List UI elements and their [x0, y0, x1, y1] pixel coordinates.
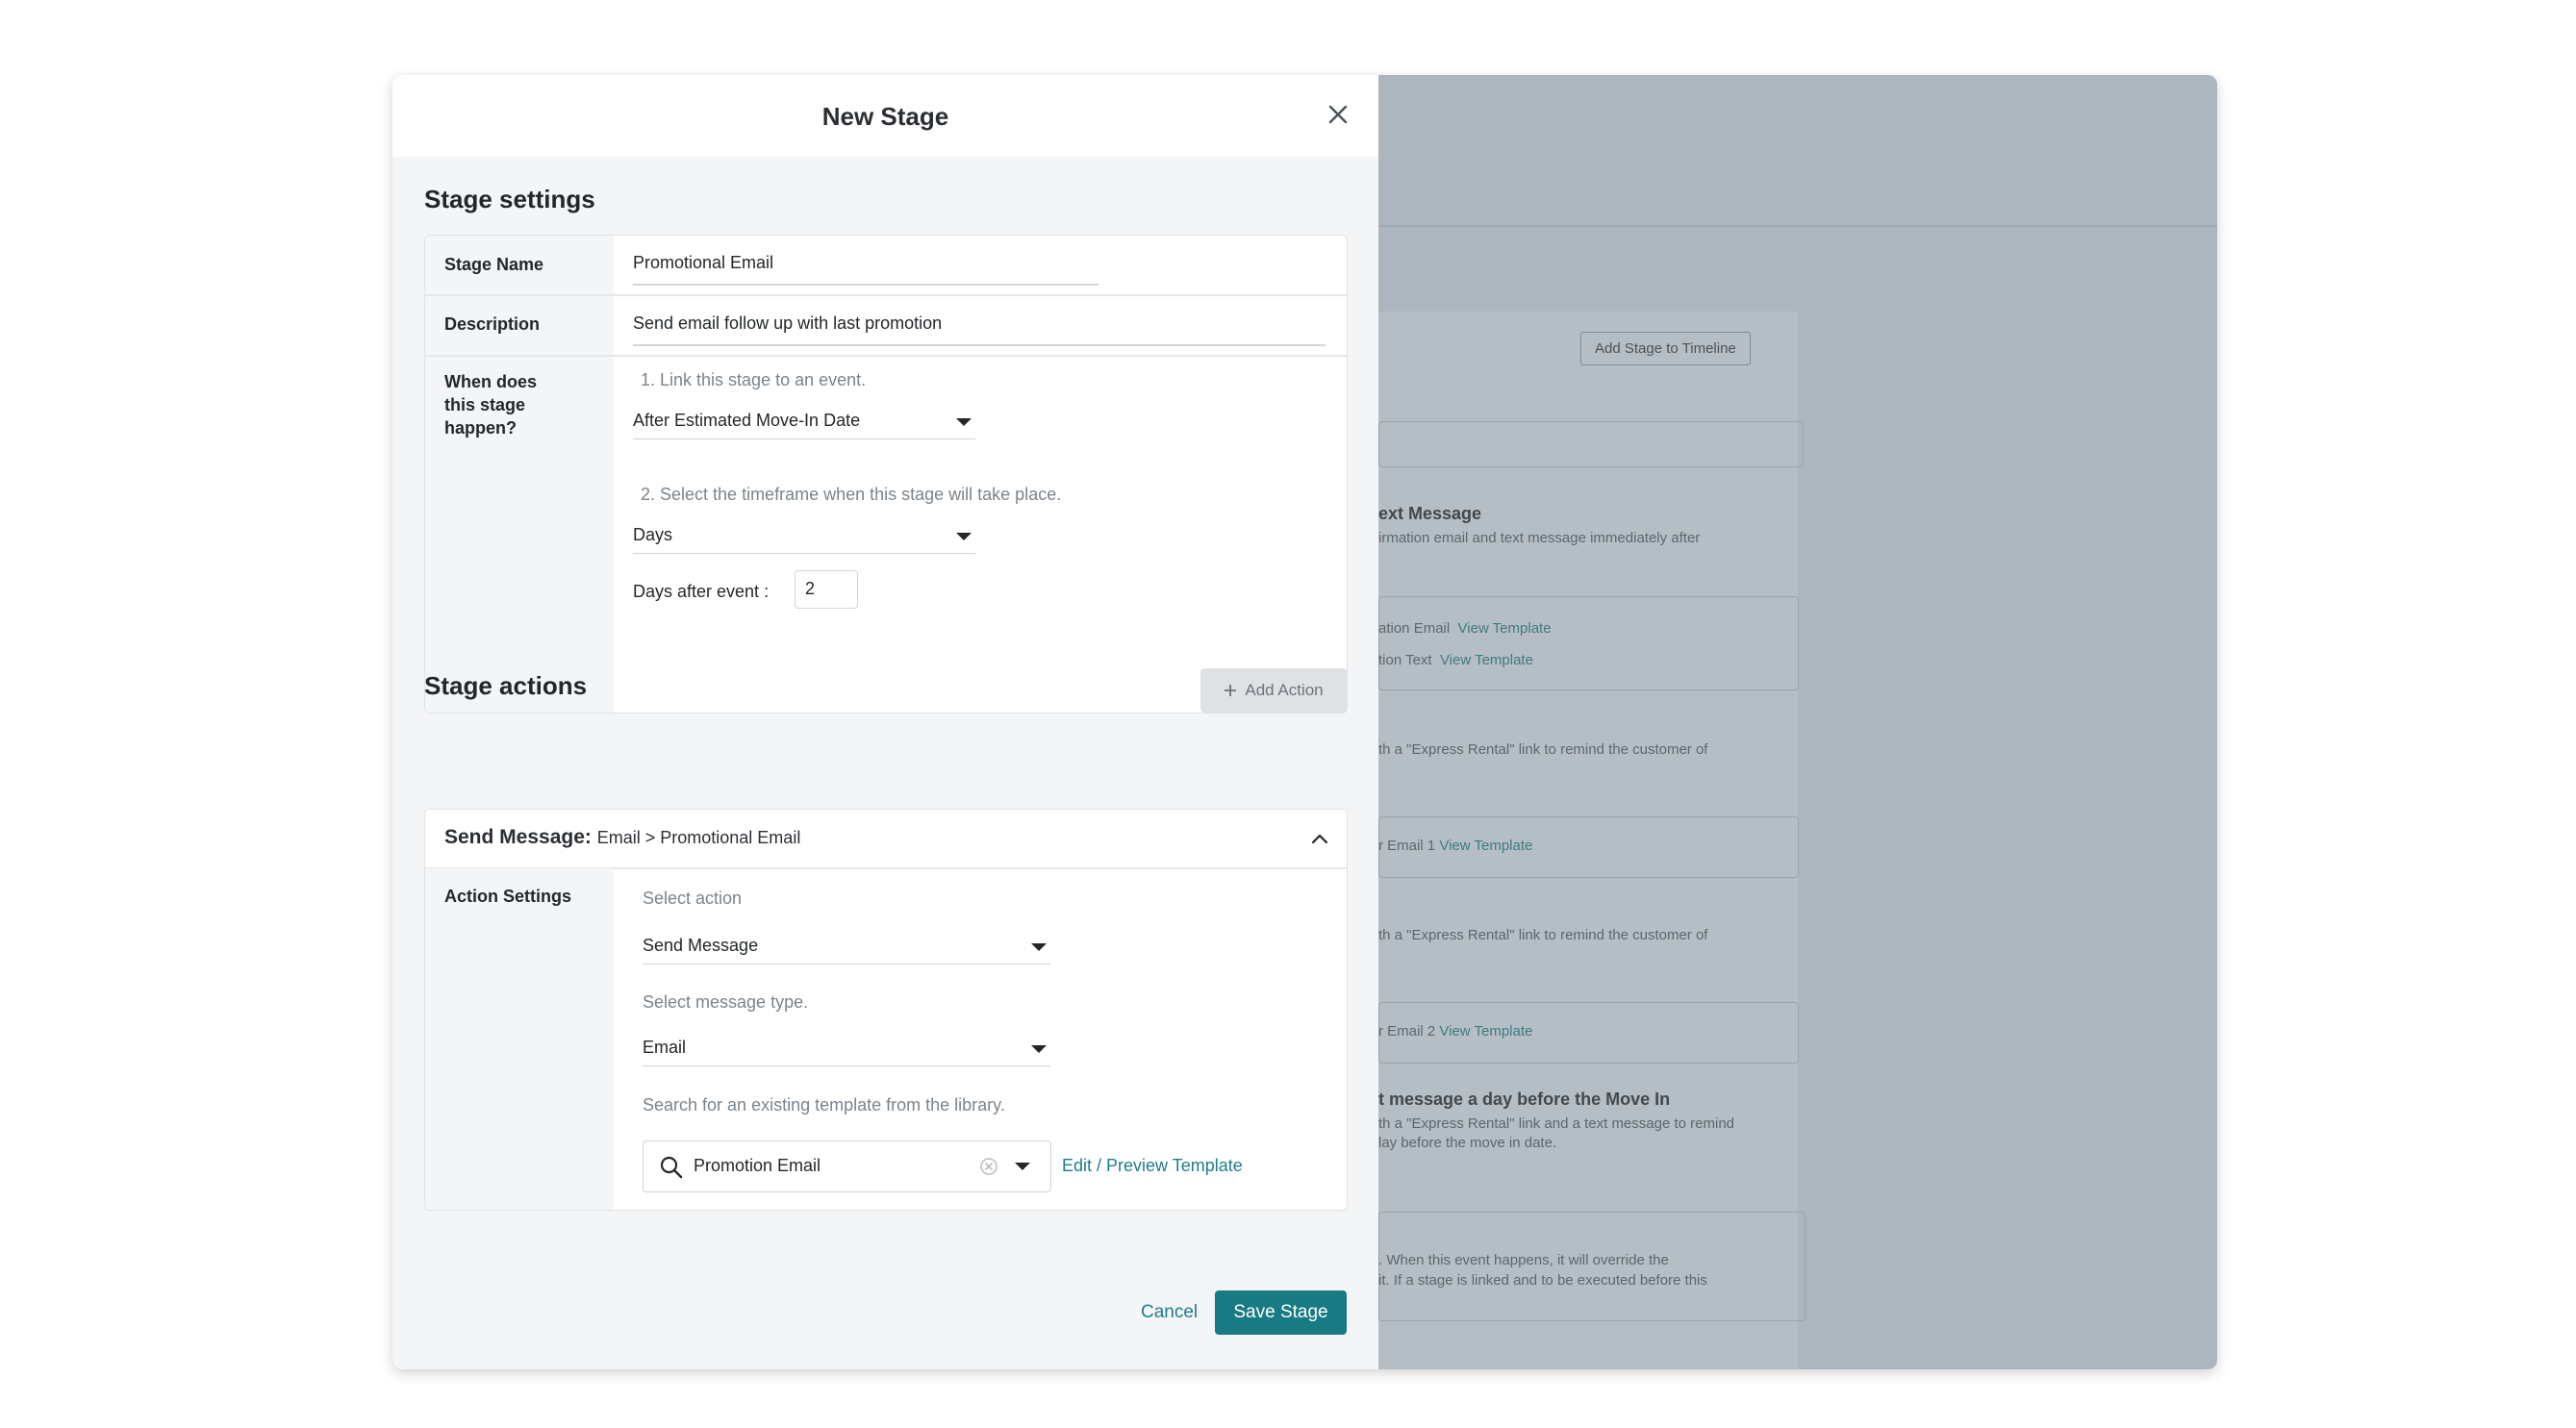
- message-type-value: Email: [643, 1038, 687, 1057]
- app-window: Add Stage to Timeline ext Message irmati…: [392, 75, 2217, 1369]
- background-template-box: [1378, 596, 1799, 690]
- description-label: Description: [444, 314, 541, 334]
- action-select-value: Send Message: [643, 936, 759, 955]
- chevron-down-icon: [1031, 943, 1047, 951]
- add-stage-to-timeline-button: Add Stage to Timeline: [1580, 332, 1751, 365]
- settings-label-column: [425, 236, 614, 713]
- background-template-row: r Email 2 View Template: [1378, 1023, 1533, 1040]
- close-icon[interactable]: [1327, 104, 1349, 125]
- timeframe-hint: 2. Select the timeframe when this stage …: [641, 485, 1062, 504]
- edit-preview-template-link[interactable]: Edit / Preview Template: [1062, 1156, 1243, 1176]
- background-info-text: it. If a stage is linked and to be execu…: [1378, 1272, 1707, 1289]
- link-event-hint: 1. Link this stage to an event.: [641, 370, 867, 389]
- background-item-title: ext Message: [1378, 504, 1482, 523]
- background-template-row: ation Email View Template: [1378, 620, 1552, 637]
- background-item-description: th a "Express Rental" link to remind the…: [1378, 927, 1708, 943]
- template-search-value: Promotion Email: [694, 1156, 821, 1175]
- days-after-input[interactable]: 2: [795, 570, 858, 609]
- background-search-field: [1378, 421, 1804, 467]
- message-type-hint: Select message type.: [643, 992, 809, 1012]
- chevron-down-icon: [956, 418, 972, 426]
- timeframe-select[interactable]: Days: [633, 518, 975, 554]
- description-underline: [633, 344, 1326, 346]
- background-item-title: t message a day before the Move In: [1378, 1090, 1671, 1109]
- row-divider: [425, 355, 1347, 357]
- action-select[interactable]: Send Message: [643, 929, 1050, 965]
- background-item-description: th a "Express Rental" link to remind the…: [1378, 741, 1708, 758]
- action-header[interactable]: Send Message: Email > Promotional Email: [425, 810, 1347, 867]
- select-action-hint: Select action: [643, 889, 743, 908]
- row-divider: [425, 294, 1347, 296]
- action-title: Send Message: Email > Promotional Email: [444, 826, 800, 849]
- chevron-up-icon[interactable]: [1310, 829, 1329, 848]
- save-stage-button[interactable]: Save Stage: [1215, 1290, 1347, 1335]
- chevron-down-icon: [956, 533, 972, 540]
- background-item-description: th a "Express Rental" link and a text me…: [1378, 1115, 1734, 1132]
- action-title-detail: Email > Promotional Email: [596, 828, 801, 847]
- action-label-column: [425, 868, 614, 1210]
- add-action-button[interactable]: Add Action: [1200, 668, 1347, 713]
- when-label: When does this stage happen?: [444, 372, 538, 438]
- cancel-button[interactable]: Cancel: [1141, 1302, 1198, 1323]
- stage-settings-panel: Stage Name Promotional Email Description…: [424, 235, 1348, 714]
- event-select[interactable]: After Estimated Move-In Date: [633, 404, 975, 439]
- stage-name-label: Stage Name: [444, 255, 544, 274]
- template-search-input[interactable]: Promotion Email: [643, 1140, 1051, 1192]
- plus-icon: [1225, 685, 1237, 696]
- chevron-down-icon[interactable]: [1015, 1163, 1030, 1170]
- chevron-down-icon: [1031, 1045, 1047, 1053]
- clear-icon[interactable]: [980, 1158, 998, 1175]
- modal-title: New Stage: [821, 102, 949, 131]
- search-icon: [660, 1156, 683, 1179]
- stage-settings-heading: Stage settings: [424, 185, 595, 213]
- background-template-row: tion Text View Template: [1378, 652, 1533, 668]
- action-panel: Send Message: Email > Promotional Email …: [424, 809, 1348, 1211]
- new-stage-modal: New Stage Stage settings Stage Name Prom…: [392, 75, 1378, 1369]
- background-header-divider: [1378, 225, 2217, 227]
- background-info-text: . When this event happens, it will overr…: [1378, 1252, 1669, 1268]
- action-settings-label: Action Settings: [444, 887, 572, 906]
- message-type-select[interactable]: Email: [643, 1031, 1050, 1066]
- background-item-description: irmation email and text message immediat…: [1378, 530, 1701, 546]
- add-action-label: Add Action: [1245, 681, 1324, 699]
- timeframe-select-value: Days: [633, 525, 673, 544]
- days-after-label: Days after event :: [633, 582, 770, 601]
- stage-actions-heading: Stage actions: [424, 671, 588, 700]
- background-template-row: r Email 1 View Template: [1378, 838, 1533, 854]
- template-search-hint: Search for an existing template from the…: [643, 1095, 1005, 1115]
- background-item-description: lay before the move in date.: [1378, 1135, 1557, 1151]
- stage-name-field[interactable]: Promotional Email: [633, 253, 773, 273]
- event-select-value: After Estimated Move-In Date: [633, 411, 861, 430]
- modal-header: New Stage: [392, 75, 1378, 157]
- stage-name-underline: [633, 284, 1099, 286]
- description-field[interactable]: Send email follow up with last promotion: [633, 313, 942, 334]
- action-title-type: Send Message:: [444, 826, 592, 848]
